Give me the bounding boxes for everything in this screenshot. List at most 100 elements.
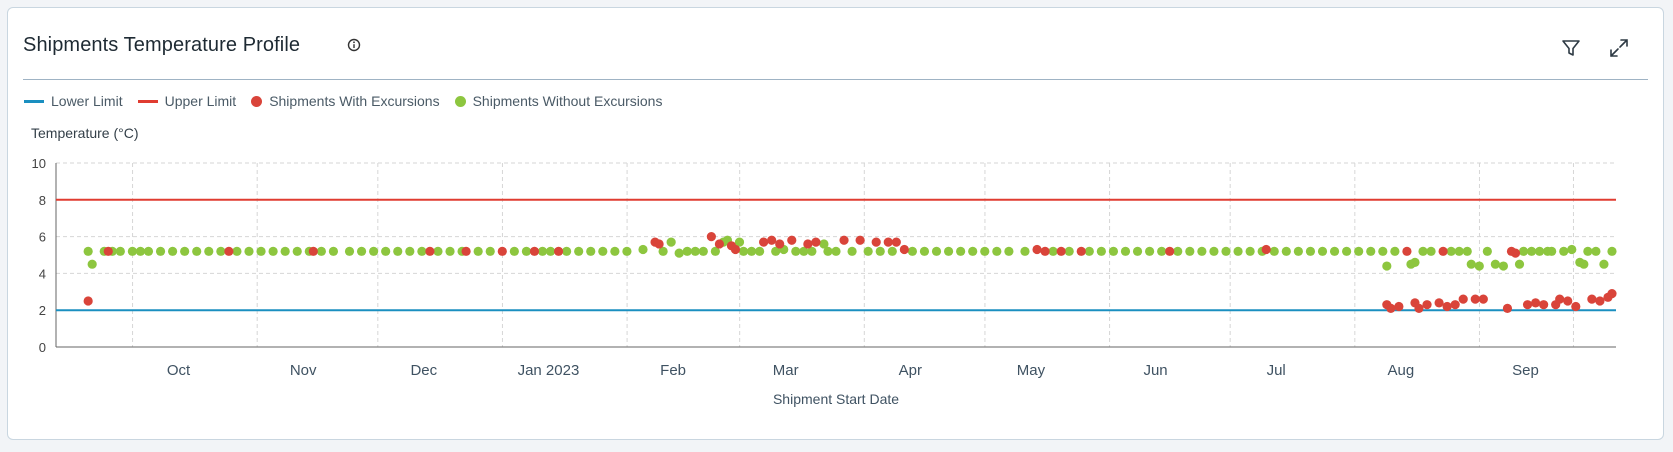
excursion-point (1261, 244, 1271, 255)
no-excursion-point (1559, 246, 1569, 256)
excursion-point (1402, 246, 1412, 256)
excursion-point (1414, 303, 1424, 313)
no-excursion-point (1535, 246, 1545, 256)
no-excursion-point (1462, 246, 1472, 256)
excursion-point (787, 235, 797, 245)
no-excursion-point (268, 246, 278, 256)
no-excursion-point (690, 246, 700, 256)
no-excursion-point (1591, 246, 1601, 256)
excursion-point (654, 239, 664, 249)
excursion-point (811, 237, 821, 247)
no-excursion-point (1454, 246, 1464, 256)
no-excursion-point (1567, 244, 1577, 255)
no-excursion-point (232, 246, 242, 256)
no-excursion-point (1382, 261, 1392, 271)
no-excursion-point (356, 246, 367, 256)
no-excursion-point (473, 246, 483, 256)
no-excursion-point (598, 246, 608, 256)
no-excursion-point (545, 246, 556, 256)
no-excursion-point (521, 246, 532, 256)
no-excursion-point (1366, 246, 1376, 256)
y-tick-label: 8 (39, 193, 46, 208)
no-excursion-point (791, 246, 801, 256)
no-excursion-point (1526, 246, 1537, 256)
no-excursion-point (1221, 246, 1231, 256)
no-excursion-point (1245, 246, 1255, 256)
no-excursion-point (485, 246, 495, 256)
y-tick-label: 2 (39, 303, 46, 318)
no-excursion-point (1474, 261, 1484, 271)
excursion-point (1450, 300, 1460, 310)
no-excursion-point (1293, 246, 1303, 256)
x-tick-label: Feb (660, 362, 686, 379)
excursion-point (461, 246, 471, 256)
no-excursion-point (1579, 259, 1589, 269)
no-excursion-point (328, 246, 339, 256)
no-excursion-point (1599, 259, 1609, 269)
no-excursion-point (115, 246, 125, 256)
excursion-point (767, 235, 777, 245)
excursion-point (224, 246, 234, 256)
x-tick-label: Sep (1512, 362, 1539, 379)
no-excursion-point (823, 246, 833, 256)
no-excursion-point (292, 246, 302, 256)
no-excursion-point (1547, 246, 1557, 256)
no-excursion-point (1514, 259, 1525, 269)
no-excursion-point (155, 246, 166, 256)
no-excursion-point (1233, 246, 1243, 256)
no-excursion-point (135, 246, 146, 256)
no-excursion-point (405, 246, 415, 256)
no-excursion-point (755, 246, 765, 256)
excursion-point (83, 296, 93, 306)
no-excursion-point (1084, 246, 1094, 256)
no-excursion-point (1048, 246, 1058, 256)
no-excursion-point (256, 246, 266, 256)
no-excursion-point (216, 246, 226, 256)
excursion-point (775, 239, 785, 249)
excursion-point (308, 246, 318, 256)
no-excursion-point (847, 246, 857, 256)
no-excursion-point (1269, 246, 1279, 256)
no-excursion-point (931, 246, 942, 256)
no-excursion-point (610, 246, 620, 256)
no-excursion-point (433, 246, 443, 256)
no-excursion-point (1064, 246, 1074, 256)
no-excursion-point (738, 246, 749, 256)
no-excursion-point (417, 246, 427, 256)
excursion-point (1422, 300, 1432, 310)
excursion-point (1470, 294, 1480, 304)
x-tick-label: Apr (899, 362, 922, 379)
excursion-point (1394, 301, 1404, 312)
no-excursion-point (746, 246, 757, 256)
excursion-point (1510, 248, 1521, 258)
x-tick-label: Dec (410, 362, 437, 379)
excursion-point (1056, 246, 1066, 256)
excursion-point (1442, 301, 1452, 312)
no-excursion-point (1020, 246, 1030, 256)
no-excursion-point (943, 246, 954, 256)
x-tick-label: Jul (1267, 362, 1286, 379)
excursion-point (1032, 244, 1042, 255)
no-excursion-point (1317, 246, 1328, 256)
excursion-point (1434, 298, 1444, 308)
no-excursion-point (698, 246, 708, 256)
excursion-point (899, 244, 909, 255)
excursion-point (706, 232, 716, 242)
excursion-point (839, 235, 849, 245)
excursion-point (1458, 294, 1468, 304)
no-excursion-point (127, 246, 137, 256)
excursion-point (1530, 298, 1541, 308)
excursion-point (714, 239, 725, 249)
y-tick-label: 10 (32, 156, 46, 171)
no-excursion-point (167, 246, 178, 256)
no-excursion-point (344, 246, 355, 256)
no-excursion-point (863, 246, 873, 256)
excursion-point (1539, 300, 1549, 310)
no-excursion-point (1329, 246, 1340, 256)
no-excursion-point (1209, 246, 1219, 256)
x-tick-label: Oct (167, 362, 191, 379)
excursion-point (1040, 246, 1050, 256)
excursion-point (1563, 296, 1573, 306)
excursion-point (871, 237, 881, 247)
no-excursion-point (1490, 259, 1500, 269)
